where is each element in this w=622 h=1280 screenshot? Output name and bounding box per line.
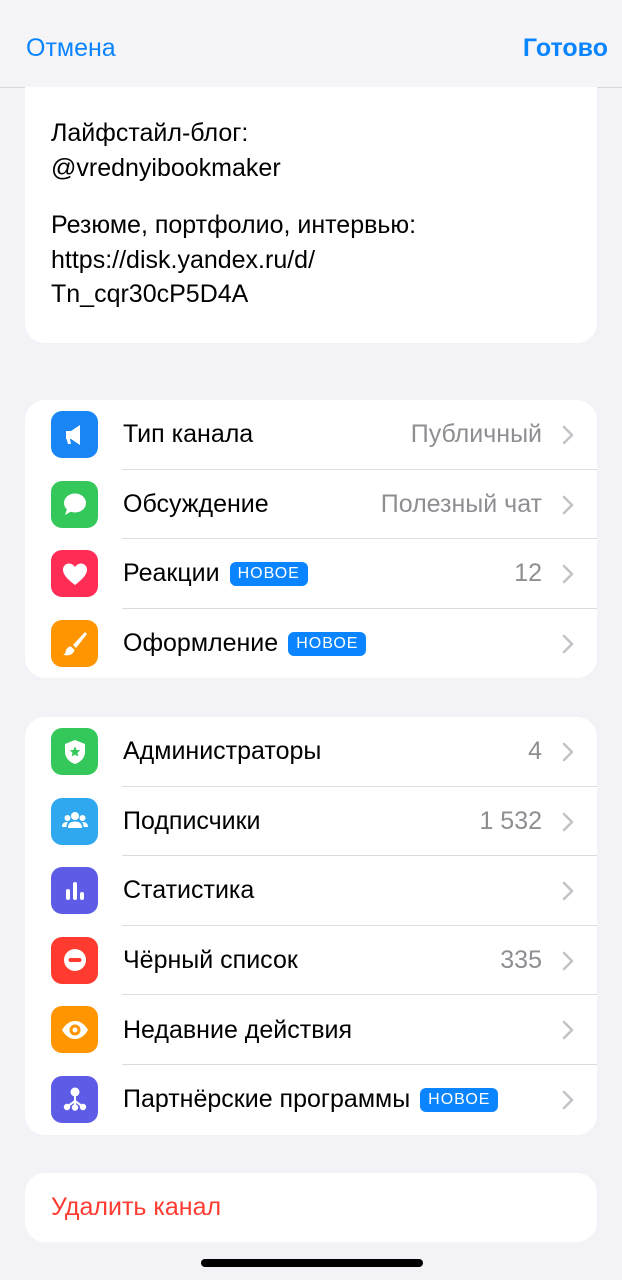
- affiliate-icon: [51, 1075, 98, 1123]
- reactions-row[interactable]: Реакции НОВОЕ 12: [25, 539, 597, 609]
- description-line: https://disk.yandex.ru/d/: [51, 245, 316, 274]
- done-button[interactable]: Готово: [523, 34, 608, 63]
- row-value: 1 532: [479, 806, 542, 835]
- chevron-right-icon: [562, 495, 574, 514]
- chevron-right-icon: [562, 1021, 574, 1040]
- row-label: Партнёрские программы НОВОЕ: [123, 1065, 499, 1135]
- chevron-right-icon: [562, 425, 574, 445]
- chevron-right-icon: [562, 951, 574, 971]
- row-label: Реакции НОВОЕ: [123, 539, 308, 609]
- description-line: Лайфстайл-блог:: [51, 119, 249, 147]
- subscribers-row[interactable]: Подписчики 1 532: [25, 787, 597, 857]
- blacklist-row[interactable]: Чёрный список 335: [25, 926, 597, 996]
- channel-settings-group: Тип канала Публичный Обсуждение Полезный…: [25, 400, 597, 679]
- row-value: 12: [514, 559, 542, 588]
- new-badge: НОВОЕ: [229, 561, 308, 586]
- bar-chart-icon: [51, 867, 98, 915]
- description-line: Tn_cqr30cP5D4A: [51, 280, 249, 308]
- row-label: Статистика: [123, 876, 255, 905]
- delete-channel-card: Удалить канал: [25, 1173, 597, 1242]
- chevron-right-icon: [562, 564, 574, 584]
- eye-icon: [51, 1006, 98, 1054]
- people-icon: [51, 797, 98, 845]
- navigation-bar: Отмена Готово: [0, 0, 622, 88]
- row-label: Обсуждение: [123, 489, 269, 518]
- channel-type-row[interactable]: Тип канала Публичный: [25, 400, 597, 470]
- row-value: 335: [500, 946, 542, 975]
- affiliate-programs-row[interactable]: Партнёрские программы НОВОЕ: [25, 1065, 597, 1135]
- chevron-right-icon: [562, 812, 574, 831]
- home-indicator: [201, 1259, 423, 1267]
- row-label: Недавние действия: [123, 1015, 352, 1044]
- channel-management-group: Администраторы 4 Подписчики 1 532 Статис…: [25, 717, 597, 1135]
- chevron-right-icon: [562, 881, 574, 901]
- delete-channel-button[interactable]: Удалить канал: [51, 1173, 221, 1242]
- chevron-right-icon: [562, 634, 574, 654]
- description-line: @vrednyibookmaker: [51, 153, 281, 182]
- megaphone-icon: [51, 411, 98, 458]
- row-value: 4: [528, 737, 542, 766]
- speech-bubble-icon: [51, 480, 98, 528]
- discussion-row[interactable]: Обсуждение Полезный чат: [25, 470, 597, 540]
- statistics-row[interactable]: Статистика: [25, 856, 597, 926]
- row-value: Полезный чат: [380, 489, 542, 518]
- row-label: Чёрный список: [123, 946, 298, 975]
- block-icon: [51, 936, 98, 984]
- channel-description[interactable]: Лайфстайл-блог: @vrednyibookmaker Резюме…: [25, 87, 597, 343]
- chevron-right-icon: [562, 1090, 574, 1110]
- new-badge: НОВОЕ: [420, 1087, 499, 1112]
- chevron-right-icon: [562, 742, 574, 762]
- row-label: Администраторы: [123, 737, 322, 766]
- brush-icon: [51, 619, 98, 667]
- row-label: Тип канала: [123, 420, 254, 449]
- row-value: Публичный: [410, 420, 542, 449]
- heart-icon: [51, 550, 98, 598]
- administrators-row[interactable]: Администраторы 4: [25, 717, 597, 787]
- new-badge: НОВОЕ: [288, 631, 367, 656]
- recent-actions-row[interactable]: Недавние действия: [25, 995, 597, 1065]
- shield-star-icon: [51, 728, 98, 775]
- row-label: Подписчики: [123, 806, 261, 835]
- cancel-button[interactable]: Отмена: [26, 34, 116, 63]
- description-line: Резюме, портфолио, интервью:: [51, 211, 417, 239]
- appearance-row[interactable]: Оформление НОВОЕ: [25, 609, 597, 679]
- row-label: Оформление НОВОЕ: [123, 609, 367, 679]
